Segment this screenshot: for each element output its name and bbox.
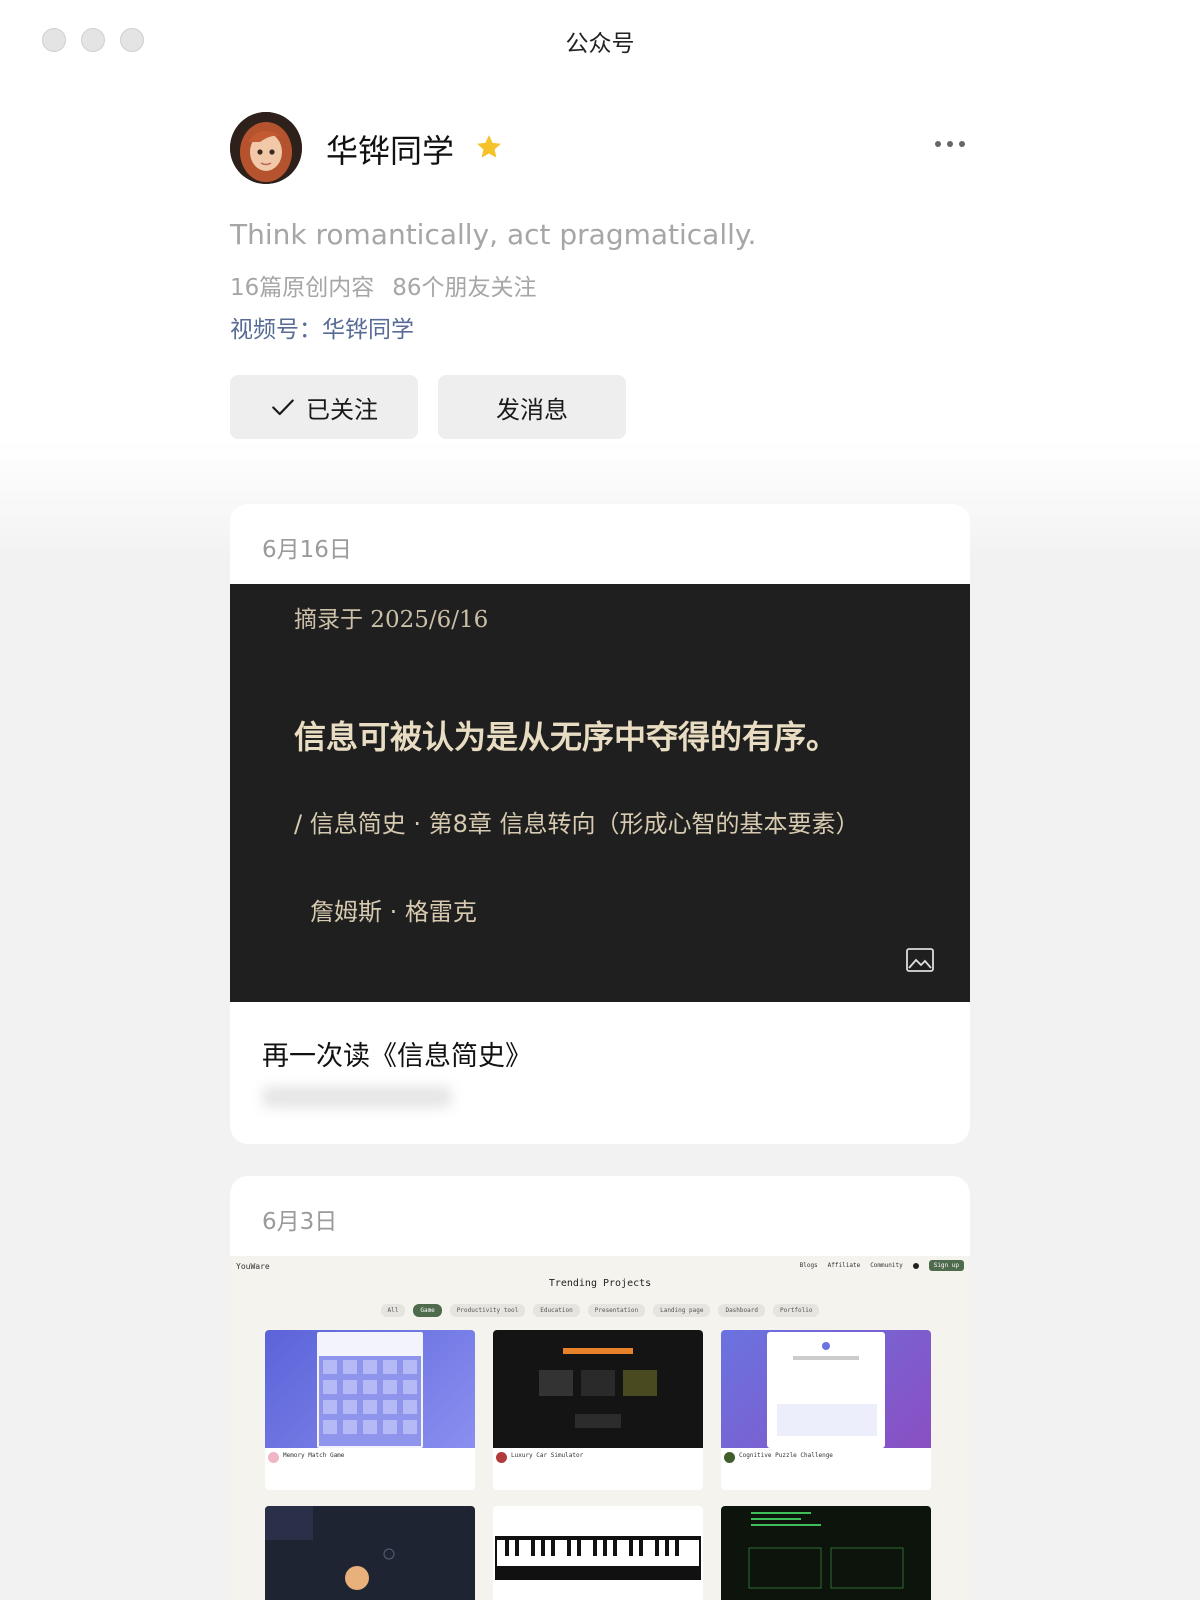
app-window: 公众号 华铧同学 Think romantically, act pragmat… bbox=[0, 0, 1200, 1600]
article-title[interactable]: 再一次读《信息简史》 bbox=[262, 1034, 532, 1073]
image-icon bbox=[906, 948, 934, 972]
account-stats: 16篇原创内容 86个朋友关注 bbox=[230, 268, 537, 302]
project-title: Cognitive Puzzle Challenge bbox=[739, 1452, 833, 1459]
filter-chip: Education bbox=[533, 1304, 580, 1317]
article-cover-screenshot[interactable]: YouWare Blogs Affiliate Community Sign u… bbox=[230, 1256, 970, 1600]
video-channel-link[interactable]: 视频号：华铧同学 bbox=[230, 310, 414, 344]
screenshot-nav-item: Blogs bbox=[799, 1262, 818, 1269]
project-card bbox=[721, 1506, 931, 1600]
cover-excerpt-date: 摘录于 2025/6/16 bbox=[294, 607, 489, 633]
filter-chip: Game bbox=[413, 1304, 442, 1317]
follower-count: 86个朋友关注 bbox=[392, 275, 537, 301]
cover-source: / 信息简史 · 第8章 信息转向（形成心智的基本要素） bbox=[294, 810, 860, 838]
project-thumbnail bbox=[748, 1512, 904, 1589]
article-card[interactable]: 6月16日 摘录于 2025/6/16 信息可被认为是从无序中夺得的有序。 / … bbox=[230, 504, 970, 1144]
project-thumbnail bbox=[493, 1330, 703, 1448]
article-date: 6月3日 bbox=[262, 1209, 338, 1235]
filter-chip: Dashboard bbox=[718, 1304, 765, 1317]
star-icon bbox=[474, 132, 504, 162]
screenshot-nav: Blogs Affiliate Community Sign up bbox=[800, 1260, 964, 1271]
youware-logo: YouWare bbox=[236, 1262, 270, 1271]
filter-chip: Presentation bbox=[587, 1304, 646, 1317]
send-message-label: 发消息 bbox=[496, 395, 568, 424]
project-card bbox=[493, 1506, 703, 1600]
project-card: Memory Match Game bbox=[265, 1330, 475, 1490]
project-avatar bbox=[496, 1452, 507, 1463]
avatar[interactable] bbox=[230, 112, 302, 184]
article-date: 6月16日 bbox=[262, 537, 352, 563]
original-count: 16篇原创内容 bbox=[230, 275, 375, 301]
send-message-button[interactable]: 发消息 bbox=[438, 375, 626, 439]
screenshot-signup: Sign up bbox=[928, 1260, 964, 1271]
more-dots-icon[interactable] bbox=[930, 134, 970, 154]
account-bio: Think romantically, act pragmatically. bbox=[230, 218, 757, 251]
filter-chip: Productivity tool bbox=[449, 1304, 526, 1317]
account-name: 华铧同学 bbox=[326, 132, 455, 170]
article-summary-blurred bbox=[262, 1086, 452, 1108]
project-thumbnail bbox=[265, 1330, 475, 1448]
article-cover[interactable]: 摘录于 2025/6/16 信息可被认为是从无序中夺得的有序。 / 信息简史 ·… bbox=[230, 584, 970, 1002]
check-icon bbox=[272, 399, 294, 416]
article-card[interactable]: 6月3日 YouWare Blogs Affiliate Community S… bbox=[230, 1176, 970, 1600]
screenshot-nav-item: Affiliate bbox=[827, 1262, 861, 1269]
project-title: Memory Match Game bbox=[283, 1452, 345, 1459]
cover-author: 詹姆斯 · 格雷克 bbox=[310, 898, 477, 926]
title-bar: 公众号 bbox=[0, 0, 1200, 80]
cover-quote: 信息可被认为是从无序中夺得的有序。 bbox=[294, 718, 839, 756]
filter-chip: Landing page bbox=[653, 1304, 711, 1317]
project-card bbox=[265, 1506, 475, 1600]
project-title: Luxury Car Simulator bbox=[511, 1452, 584, 1459]
screenshot-filters: All Game Productivity tool Education Pre… bbox=[230, 1304, 970, 1317]
project-thumbnail bbox=[495, 1536, 701, 1580]
filter-chip: Portfolio bbox=[772, 1304, 820, 1317]
screenshot-nav-item: Community bbox=[870, 1262, 903, 1269]
project-thumbnail bbox=[721, 1330, 931, 1448]
project-avatar bbox=[724, 1452, 735, 1463]
project-avatar bbox=[268, 1452, 279, 1463]
project-card: Luxury Car Simulator bbox=[493, 1330, 703, 1490]
filter-chip: All bbox=[380, 1304, 406, 1317]
followed-button[interactable]: 已关注 bbox=[230, 375, 418, 439]
project-card: Cognitive Puzzle Challenge bbox=[721, 1330, 931, 1490]
window-title: 公众号 bbox=[565, 31, 635, 57]
theme-icon bbox=[912, 1262, 919, 1269]
followed-label: 已关注 bbox=[306, 395, 378, 424]
screenshot-heading: Trending Projects bbox=[548, 1278, 652, 1289]
project-thumbnail bbox=[265, 1506, 395, 1590]
